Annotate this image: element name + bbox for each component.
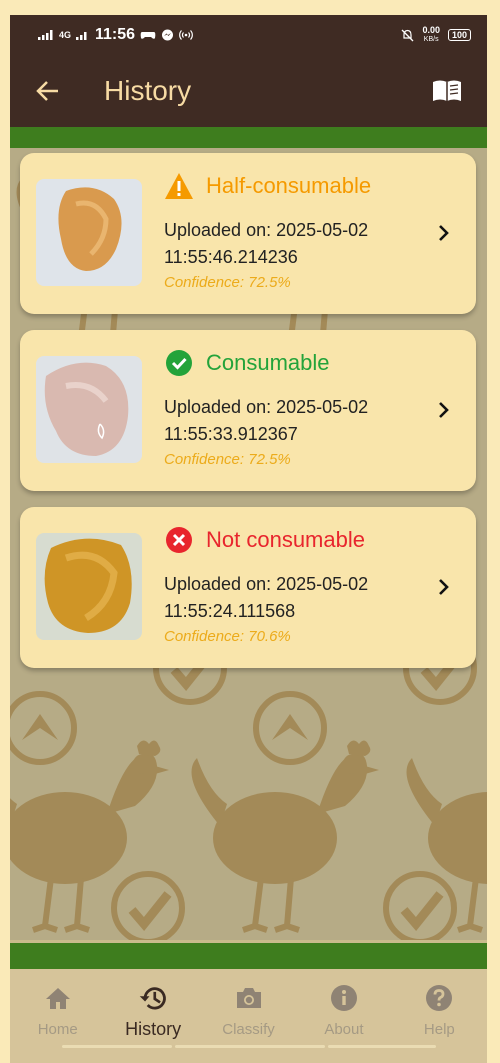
status-bar: 4G 11:56 0.00 KB/s 100 [10,15,487,55]
status-time: 11:56 [95,26,136,43]
chevron-right-icon [432,221,456,245]
nav-about[interactable]: About [296,969,391,1063]
check-circle-icon [164,348,194,378]
gesture-bar [62,1045,172,1048]
book-icon [433,80,461,101]
camera-icon [234,983,264,1013]
help-icon [424,983,454,1013]
nav-label: Classify [222,1021,275,1038]
history-card[interactable]: Consumable Uploaded on: 2025-05-02 11:55… [20,330,476,491]
gesture-bar [328,1045,436,1048]
history-list[interactable]: Half-consumable Uploaded on: 2025-05-02 … [10,148,487,940]
classification-status: Not consumable [164,525,365,555]
status-label: Consumable [206,350,330,375]
network-type: 4G [59,30,72,40]
hotspot-icon [179,30,193,40]
network-speed: 0.00 KB/s [422,25,440,44]
home-icon [43,983,73,1013]
app-bar: History [10,55,487,127]
upload-timestamp: Uploaded on: 2025-05-02 11:55:33.912367 [164,397,369,444]
chicken-breast-photo [36,179,142,286]
battery-indicator: 100 [447,29,471,41]
classification-status: Half-consumable [164,171,371,201]
signal-icon [38,30,53,40]
x-circle-icon [164,525,194,555]
history-card[interactable]: Half-consumable Uploaded on: 2025-05-02 … [20,153,476,314]
nav-label: Help [423,1021,455,1038]
chevron-right-icon [432,575,456,599]
gesture-bar [175,1045,325,1048]
mute-icon [401,29,414,41]
page-title: History [104,75,192,106]
guide-button[interactable] [423,67,471,115]
nav-label: Home [37,1021,78,1038]
nav-label: About [324,1021,364,1038]
info-icon [329,983,359,1013]
nav-home[interactable]: Home [10,969,105,1063]
chicken-breast-photo [36,356,142,463]
signal-icon-2 [76,32,87,40]
back-button[interactable] [22,67,74,115]
nav-label: History [125,1019,182,1039]
bottom-navigation: Home History Classify About Help [10,969,487,1063]
messenger-icon [162,29,174,40]
nav-history[interactable]: History [105,969,200,1063]
confidence-score: Confidence: 70.6% [164,628,291,645]
chevron-right-icon [432,398,456,422]
gamepad-icon [140,32,156,39]
phone-screen: 4G 11:56 0.00 KB/s 100 History Half-cons… [10,15,487,1063]
classification-status: Consumable [164,348,330,378]
status-label: Half-consumable [206,173,372,198]
chicken-breast-photo [36,533,142,640]
arrow-left-icon [36,81,58,101]
history-icon [138,983,168,1013]
upload-timestamp: Uploaded on: 2025-05-02 11:55:46.214236 [164,220,369,267]
history-card[interactable]: Not consumable Uploaded on: 2025-05-02 1… [20,507,476,668]
confidence-score: Confidence: 72.5% [164,451,291,468]
status-label: Not consumable [206,527,365,552]
warning-icon [164,171,194,201]
nav-help[interactable]: Help [392,969,487,1063]
nav-classify[interactable]: Classify [201,969,296,1063]
upload-timestamp: Uploaded on: 2025-05-02 11:55:24.111568 [164,574,369,621]
header-accent-bar [10,127,487,148]
confidence-score: Confidence: 72.5% [164,274,291,291]
footer-accent-bar [10,943,487,969]
